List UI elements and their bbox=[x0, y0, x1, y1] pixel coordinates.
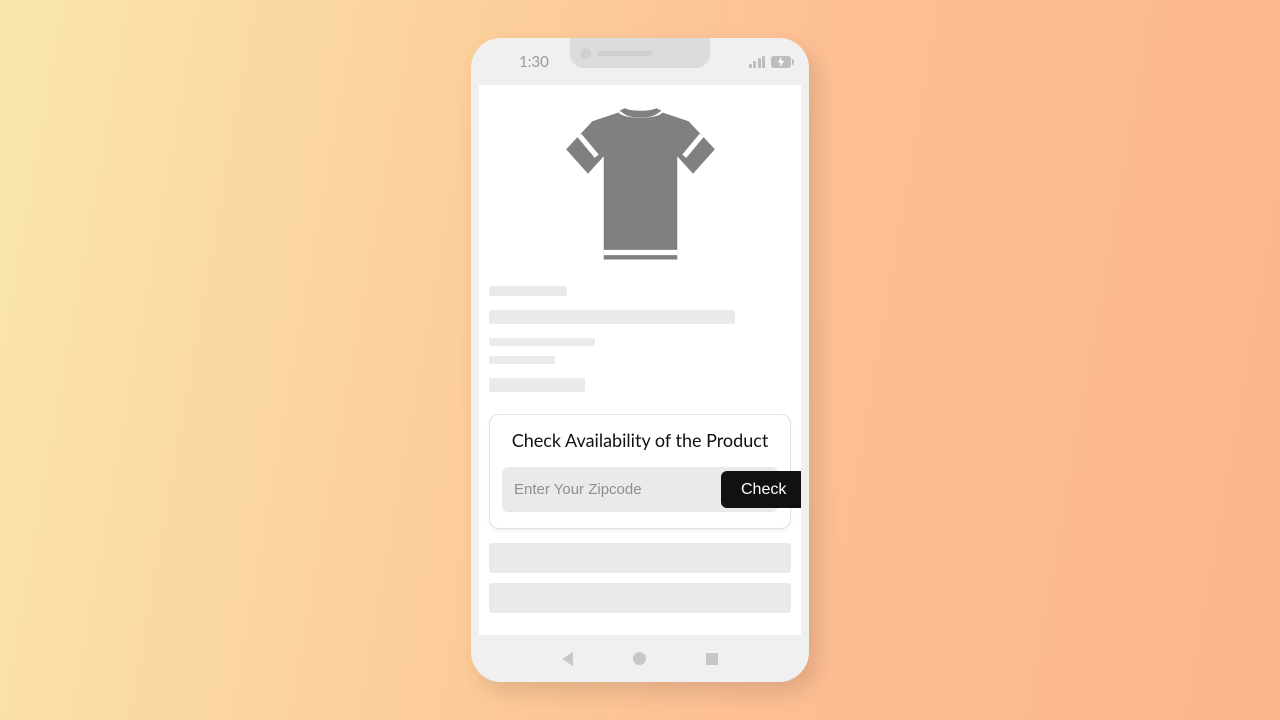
notch-speaker bbox=[597, 51, 652, 56]
nav-home-icon[interactable] bbox=[633, 652, 646, 665]
zipcode-input-row: Check bbox=[502, 467, 778, 512]
signal-icon bbox=[749, 56, 766, 68]
availability-title: Check Availability of the Product bbox=[502, 429, 778, 451]
product-image bbox=[479, 85, 801, 280]
phone-notch bbox=[570, 38, 710, 68]
nav-back-icon[interactable] bbox=[562, 652, 573, 666]
android-navbar bbox=[471, 635, 809, 682]
skeleton-line bbox=[489, 310, 735, 324]
skeleton-line bbox=[489, 286, 567, 296]
tshirt-icon bbox=[553, 95, 728, 270]
status-time: 1:30 bbox=[519, 53, 549, 71]
skeleton-line bbox=[489, 338, 595, 346]
availability-card: Check Availability of the Product Check bbox=[489, 414, 791, 529]
skeleton-block bbox=[489, 543, 791, 573]
battery-charging-icon bbox=[771, 56, 791, 68]
skeleton-line bbox=[489, 378, 585, 392]
status-right bbox=[749, 56, 792, 68]
product-details-skeleton bbox=[479, 280, 801, 404]
skeleton-line bbox=[489, 356, 555, 364]
notch-camera bbox=[580, 48, 591, 59]
nav-recent-icon[interactable] bbox=[706, 653, 718, 665]
skeleton-block bbox=[489, 583, 791, 613]
app-screen: Check Availability of the Product Check bbox=[479, 85, 801, 635]
zipcode-input[interactable] bbox=[506, 471, 721, 508]
check-button[interactable]: Check bbox=[721, 471, 801, 508]
status-bar: 1:30 bbox=[471, 38, 809, 85]
phone-mockup: 1:30 bbox=[471, 38, 809, 682]
